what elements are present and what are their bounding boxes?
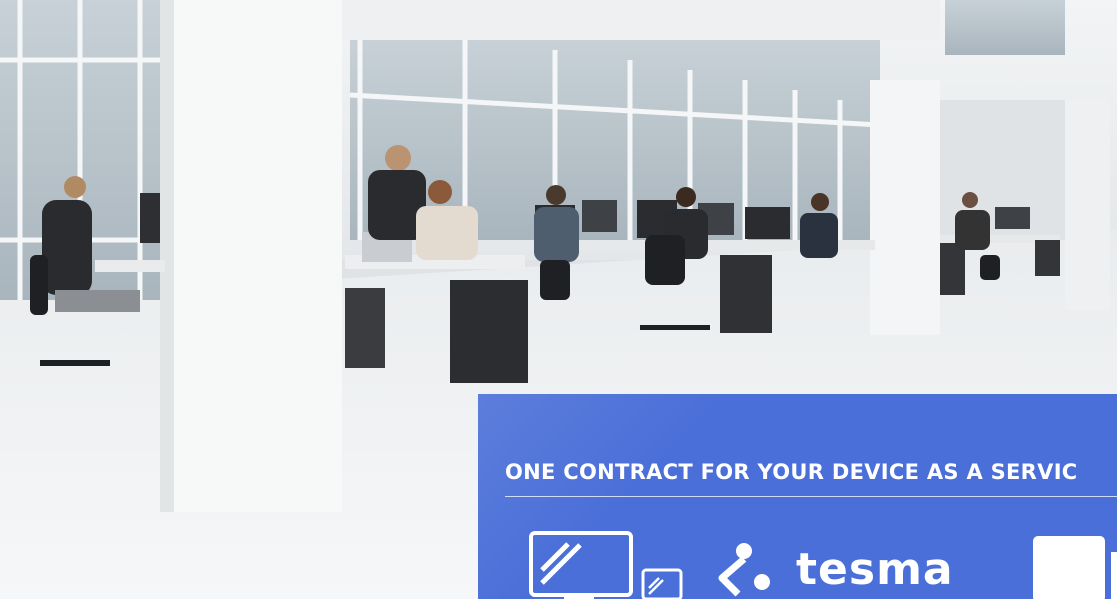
share-icon: [718, 543, 770, 597]
tablet-icon: [641, 568, 683, 599]
promo-divider: [505, 496, 1117, 497]
promo-card: ONE CONTRACT FOR YOUR DEVICE AS A SERVIC…: [478, 394, 1117, 599]
brand-name: tesma: [796, 544, 954, 595]
monitor-icon: [529, 531, 633, 599]
phone-icon: [1033, 536, 1117, 599]
promo-title: ONE CONTRACT FOR YOUR DEVICE AS A SERVIC: [505, 460, 1078, 484]
